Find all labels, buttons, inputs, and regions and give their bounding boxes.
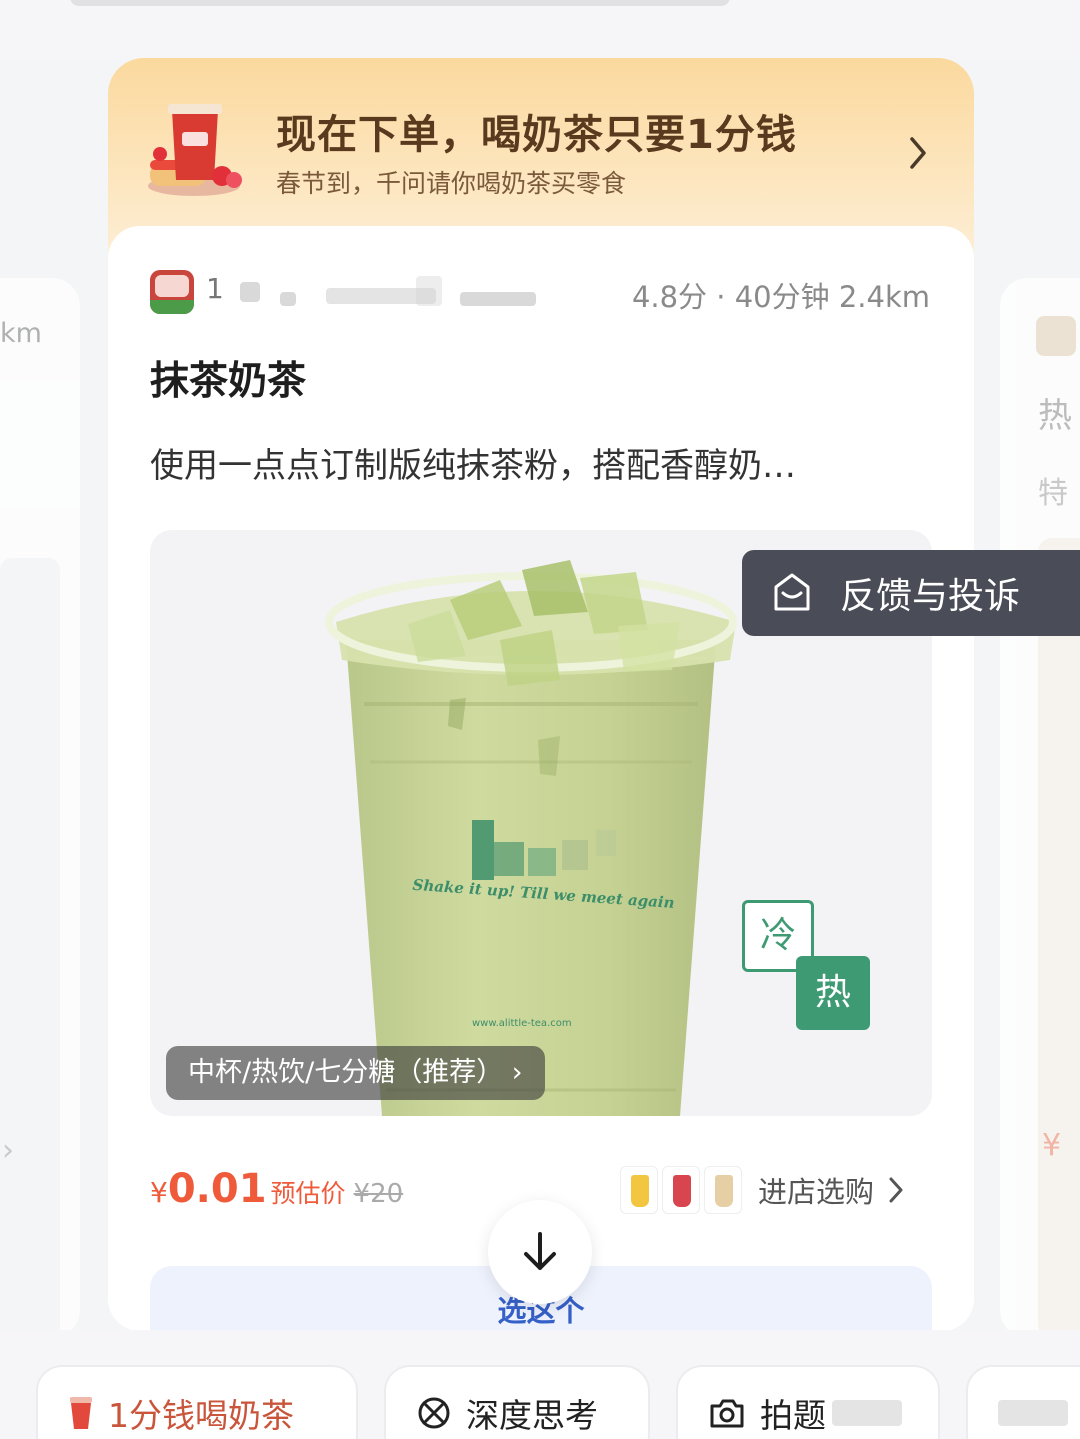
store-name-blur [416, 276, 442, 306]
store-meta: 4.8分 · 40分钟 2.4km [631, 280, 930, 314]
product-title: 抹茶奶茶 [150, 359, 307, 404]
chip-more[interactable] [966, 1365, 1080, 1439]
side-card-subtitle: 特 [1038, 476, 1068, 511]
store-name-text: 1 [206, 272, 224, 305]
scroll-down-button[interactable] [488, 1200, 592, 1304]
top-strip [0, 0, 1080, 60]
price-currency: ¥ [150, 1176, 168, 1209]
feedback-button[interactable]: 反馈与投诉 [742, 550, 1080, 636]
temp-hot-badge: 热 [796, 956, 870, 1030]
store-name-blur [280, 292, 296, 306]
drink-cup-icon [70, 1397, 92, 1429]
spec-selector[interactable]: 中杯/热饮/七分糖（推荐） › [166, 1046, 545, 1100]
arrow-down-icon [524, 1232, 556, 1270]
store-name-blur [240, 282, 260, 302]
chevron-right-icon[interactable] [898, 128, 938, 178]
store-logo [150, 270, 194, 314]
side-card-title: 热 [1038, 396, 1072, 436]
product-thumbnail [620, 1166, 658, 1214]
price-label: 预估价 [270, 1179, 346, 1208]
chevron-right-icon: › [2, 1133, 14, 1168]
promo-title: 现在下单，喝奶茶只要1分钱 [276, 112, 797, 158]
cup-url: www.alittle-tea.com [472, 1018, 572, 1029]
side-card-price: ¥ [1042, 1128, 1062, 1163]
milk-tea-cup-icon [148, 104, 242, 196]
feedback-label: 反馈与投诉 [840, 576, 1021, 617]
chevron-right-icon [888, 1176, 908, 1204]
spec-label: 中杯/热饮/七分糖（推荐） [188, 1057, 504, 1088]
store-name-blur [460, 292, 536, 306]
feedback-icon [774, 573, 810, 611]
brain-icon [418, 1397, 450, 1429]
price-value: 0.01 [167, 1166, 267, 1212]
chip-deep-thinking[interactable]: 深度思考 [384, 1365, 650, 1439]
enter-store-link[interactable]: 进店选购 [620, 1164, 908, 1216]
camera-icon [710, 1399, 744, 1428]
price-row: ¥0.01 预估价 ¥20 [150, 1166, 403, 1212]
chip-label-blur [998, 1400, 1068, 1426]
store-name[interactable]: 1 [206, 272, 536, 312]
chip-label: 深度思考 [466, 1396, 598, 1435]
side-card-left[interactable]: km › [0, 278, 80, 1358]
product-card[interactable]: 1 4.8分 · 40分钟 2.4km 抹茶奶茶 使用一点点订制版纯抹茶粉，搭配… [108, 226, 974, 1331]
side-card-image [1038, 538, 1080, 1338]
product-thumbnail [704, 1166, 742, 1214]
price-original: ¥20 [353, 1179, 404, 1209]
chip-photo-question[interactable]: 拍题 [676, 1365, 940, 1439]
side-card-image [0, 558, 60, 1358]
chip-milk-tea[interactable]: 1分钱喝奶茶 [36, 1365, 358, 1439]
chip-label: 1分钱喝奶茶 [108, 1396, 294, 1435]
promo-subtitle: 春节到，千问请你喝奶茶买零食 [276, 169, 627, 198]
product-description: 使用一点点订制版纯抹茶粉，搭配香醇奶… [150, 446, 796, 486]
product-thumbnail [662, 1166, 700, 1214]
chip-label: 拍题 [760, 1396, 826, 1435]
bottom-bar: 1分钱喝奶茶 深度思考 拍题 [0, 1330, 1080, 1439]
chip-label-blur [832, 1400, 902, 1426]
side-card-store-logo [1036, 316, 1076, 356]
side-card-right[interactable]: 热 特 ¥ [1000, 278, 1080, 1338]
enter-store-label: 进店选购 [758, 1175, 875, 1209]
side-card-distance: km [0, 318, 42, 349]
